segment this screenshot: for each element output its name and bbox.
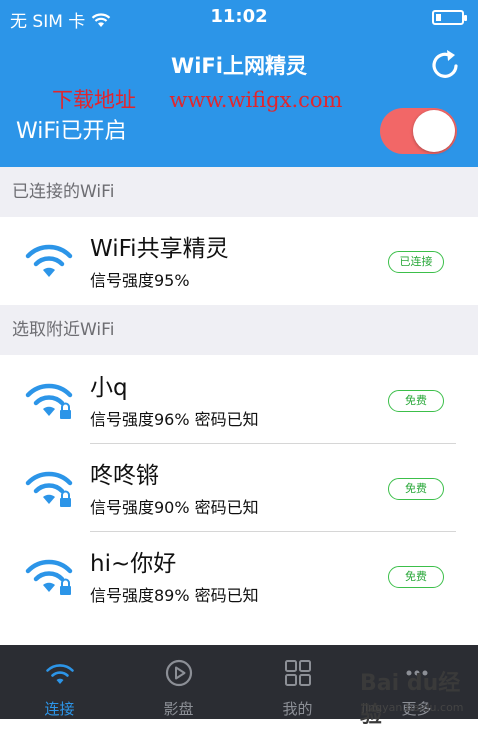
- battery-icon: [432, 10, 467, 25]
- tab-label: 影盘: [163, 700, 194, 718]
- wifi-signal: 信号强度96% 密码已知: [90, 410, 259, 429]
- download-watermark: 下载地址 www.wifigx.com: [52, 88, 343, 112]
- nearby-wifi-row[interactable]: hi~你好 信号强度89% 密码已知 免费: [0, 532, 478, 620]
- wifi-signal: 信号强度95%: [90, 271, 190, 290]
- wifi-status-label: WiFi已开启: [16, 119, 127, 144]
- refresh-icon[interactable]: [426, 46, 464, 84]
- wifi-name: hi~你好: [90, 551, 177, 577]
- status-bar: 无 SIM 卡 11:02: [0, 0, 478, 34]
- tab-connect[interactable]: 连接: [0, 645, 119, 719]
- locked-wifi-icon: [25, 383, 73, 419]
- wifi-signal: 信号强度89% 密码已知: [90, 586, 259, 605]
- nearby-section-header: 选取附近WiFi: [0, 305, 478, 355]
- wifi-icon: [46, 664, 74, 684]
- locked-wifi-icon: [25, 559, 73, 595]
- tab-disk[interactable]: 影盘: [119, 645, 238, 719]
- tab-label: 我的: [282, 700, 313, 718]
- wifi-name: WiFi共享精灵: [90, 236, 229, 262]
- nearby-wifi-row[interactable]: 小q 信号强度96% 密码已知 免费: [0, 356, 478, 444]
- wifi-toggle[interactable]: [380, 108, 457, 154]
- status-time: 11:02: [210, 6, 268, 27]
- baidu-watermark: Bai du经验 jingyan.baidu.com: [360, 665, 478, 728]
- nearby-wifi-row[interactable]: 咚咚锵 信号强度90% 密码已知 免费: [0, 444, 478, 532]
- connected-badge: 已连接: [388, 251, 444, 273]
- app-header: 无 SIM 卡 11:02 WiFi上网精灵 下载地址 www.wifigx.c…: [0, 0, 478, 167]
- baidu-site: jingyan.baidu.com: [362, 701, 464, 714]
- wifi-name: 小q: [90, 375, 128, 401]
- page-title: WiFi上网精灵: [171, 54, 307, 78]
- baidu-logo: Bai du经验: [360, 671, 461, 728]
- free-badge[interactable]: 免费: [388, 390, 444, 412]
- free-badge[interactable]: 免费: [388, 566, 444, 588]
- play-icon: [165, 659, 193, 687]
- tab-mine[interactable]: 我的: [238, 645, 357, 719]
- connected-wifi-row[interactable]: WiFi共享精灵 信号强度95% 已连接: [0, 217, 478, 305]
- toggle-knob: [413, 110, 455, 152]
- locked-wifi-icon: [25, 471, 73, 507]
- title-row: WiFi上网精灵: [0, 46, 478, 82]
- wifi-signal: 信号强度90% 密码已知: [90, 498, 259, 517]
- tab-label: 连接: [44, 700, 75, 718]
- connected-section-header: 已连接的WiFi: [0, 167, 478, 217]
- wifi-name: 咚咚锵: [90, 463, 159, 489]
- grid-icon: [285, 660, 311, 686]
- wifi-icon: [25, 244, 73, 277]
- free-badge[interactable]: 免费: [388, 478, 444, 500]
